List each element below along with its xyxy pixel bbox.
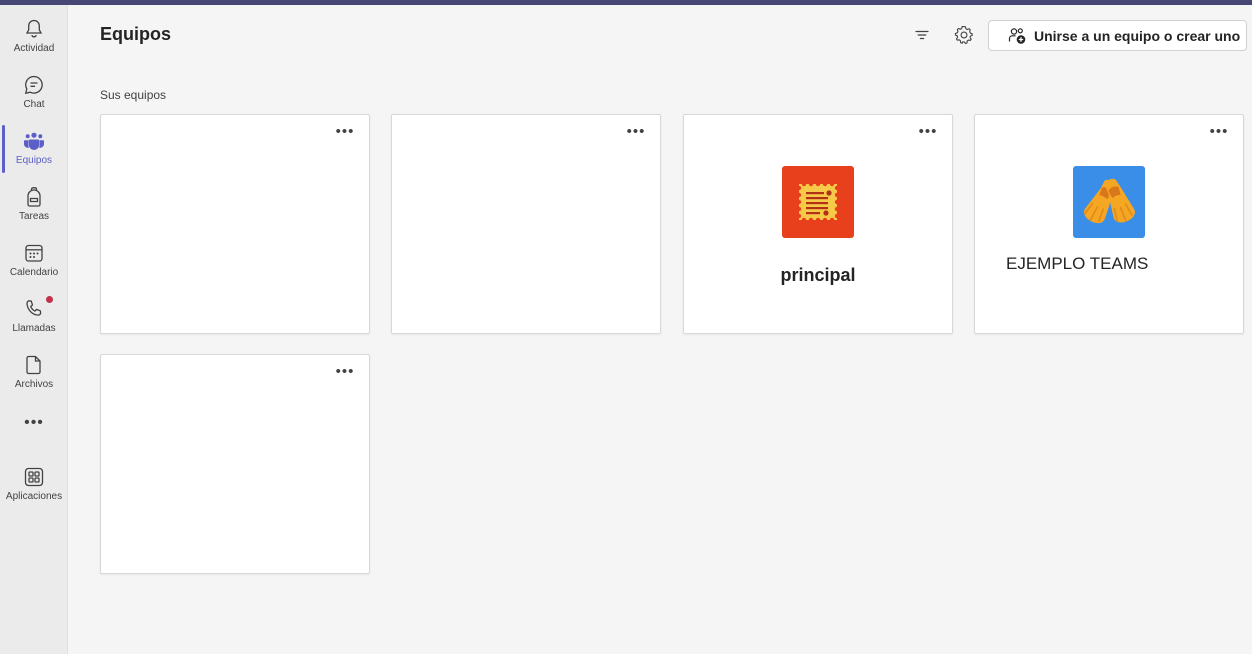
more-options-icon[interactable]: •••: [1209, 124, 1229, 143]
filter-icon[interactable]: [911, 24, 933, 46]
rail-item-tareas[interactable]: Tareas: [0, 181, 68, 233]
rail-item-aplicaciones[interactable]: Aplicaciones: [0, 461, 68, 513]
backpack-icon: [22, 185, 46, 209]
bell-icon: [22, 17, 46, 41]
team-card[interactable]: •••: [100, 354, 370, 574]
gear-icon[interactable]: [953, 24, 975, 46]
team-card-principal[interactable]: ••• principal: [683, 114, 953, 334]
more-apps-ellipsis[interactable]: •••: [0, 415, 68, 435]
rail-item-equipos[interactable]: Equipos: [0, 125, 68, 177]
rail-item-archivos[interactable]: Archivos: [0, 349, 68, 401]
swim-fins-icon: [1073, 166, 1145, 238]
team-card[interactable]: •••: [100, 114, 370, 334]
rail-item-chat[interactable]: Chat: [0, 69, 68, 121]
teams-icon: [22, 129, 46, 153]
team-name: EJEMPLO TEAMS: [1006, 254, 1149, 273]
rail-item-label: Llamadas: [12, 323, 56, 334]
section-label-your-teams: Sus equipos: [100, 88, 167, 102]
phone-icon: [22, 297, 46, 321]
rail-item-label: Tareas: [18, 211, 49, 222]
file-icon: [22, 353, 46, 377]
more-options-icon[interactable]: •••: [918, 124, 938, 143]
apps-icon: [22, 465, 46, 489]
rail-item-label: Chat: [23, 99, 45, 110]
team-card[interactable]: •••: [391, 114, 661, 334]
rail-item-label: Aplicaciones: [5, 491, 63, 502]
rail-item-label: Archivos: [14, 379, 54, 390]
more-options-icon[interactable]: •••: [335, 364, 355, 383]
rail-item-label: Calendario: [9, 267, 59, 278]
calendar-icon: [22, 241, 46, 265]
document-stamp-icon: [782, 166, 854, 238]
join-or-create-team-button[interactable]: Unirse a un equipo o crear uno: [988, 20, 1247, 51]
more-options-icon[interactable]: •••: [335, 124, 355, 143]
rail-item-llamadas[interactable]: Llamadas: [0, 293, 68, 345]
team-name: principal: [780, 265, 856, 285]
chat-icon: [22, 73, 46, 97]
team-card-ejemplo-teams[interactable]: ••• EJEMPLO TEAMS: [974, 114, 1244, 334]
top-accent-bar: [0, 0, 1252, 5]
more-options-icon[interactable]: •••: [626, 124, 646, 143]
people-add-icon: [1007, 26, 1027, 46]
rail-item-calendario[interactable]: Calendario: [0, 237, 68, 289]
notification-badge: [46, 296, 53, 303]
join-button-label: Unirse a un equipo o crear uno: [1034, 27, 1241, 44]
app-rail: Actividad Chat Equipos Tareas Calendario…: [0, 5, 68, 654]
rail-item-label: Actividad: [13, 43, 55, 54]
rail-item-label: Equipos: [15, 155, 53, 166]
page-title: Equipos: [100, 24, 171, 44]
rail-item-actividad[interactable]: Actividad: [0, 13, 68, 65]
